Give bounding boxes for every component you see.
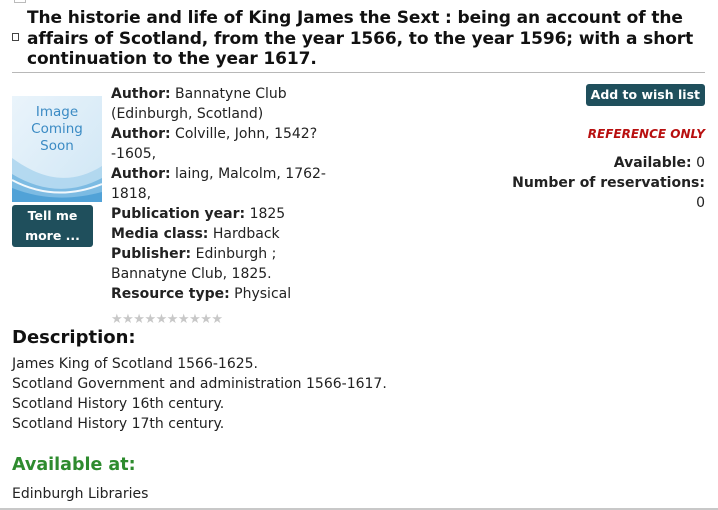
description-line: Scotland History 16th century. xyxy=(12,396,225,412)
author-label: Author: xyxy=(111,166,171,182)
cover-text-line: Image xyxy=(35,104,79,120)
availability-panel: Add to wish list REFERENCE ONLY Availabl… xyxy=(505,84,705,213)
branch-name: Edinburgh Libraries xyxy=(12,486,149,502)
resource-type-label: Resource type: xyxy=(111,286,230,302)
star-rating[interactable]: ★★★★★★★★★★ xyxy=(111,312,223,327)
previous-item-checkbox-edge xyxy=(14,0,26,3)
description-list: James King of Scotland 1566-1625. Scotla… xyxy=(12,354,387,434)
record-title-row: The historie and life of King James the … xyxy=(12,8,712,70)
media-class-value: Hardback xyxy=(212,226,280,242)
description-line: Scotland Government and administration 1… xyxy=(12,376,387,392)
cover-image[interactable]: Image Coming Soon xyxy=(12,96,102,202)
media-class-label: Media class: xyxy=(111,226,209,242)
author-row: Author: Colville, John, 1542? -1605, xyxy=(111,124,351,164)
cover-text-line: Coming xyxy=(31,121,83,137)
publisher-row: Publisher: Edinburgh ; Bannatyne Club, 1… xyxy=(111,244,351,284)
add-to-wish-list-button[interactable]: Add to wish list xyxy=(585,84,705,106)
author-label: Author: xyxy=(111,126,171,142)
cover-placeholder-text: Image Coming Soon xyxy=(12,104,102,155)
publication-year-label: Publication year: xyxy=(111,206,246,222)
publisher-label: Publisher: xyxy=(111,246,192,262)
reservations-label: Number of reservations: xyxy=(512,175,705,191)
tell-me-more-label-line2: more ... xyxy=(25,228,80,243)
media-class-row: Media class: Hardback xyxy=(111,224,351,244)
availability-counts: Available: 0 Number of reservations: 0 xyxy=(505,153,705,213)
reservations-value: 0 xyxy=(696,195,705,211)
description-line: James King of Scotland 1566-1625. xyxy=(12,356,259,372)
record-title[interactable]: The historie and life of King James the … xyxy=(27,8,712,70)
author-label: Author: xyxy=(111,86,171,102)
available-value: 0 xyxy=(696,155,705,171)
resource-type-value: Physical xyxy=(234,286,292,302)
author-row: Author: laing, Malcolm, 1762-1818, xyxy=(111,164,351,204)
tell-me-more-button[interactable]: Tell me more ... xyxy=(12,205,93,247)
reference-only-badge: REFERENCE ONLY xyxy=(587,127,705,141)
available-label: Available: xyxy=(613,155,692,171)
reservations-row: Number of reservations: xyxy=(505,173,705,193)
cover-text-line: Soon xyxy=(40,138,74,154)
description-line: Scotland History 17th century. xyxy=(12,416,225,432)
resource-type-row: Resource type: Physical xyxy=(111,284,351,304)
record-details: Author: Bannatyne Club (Edinburgh, Scotl… xyxy=(111,84,351,304)
title-divider xyxy=(12,72,705,73)
available-at-heading: Available at: xyxy=(12,455,136,475)
author-row: Author: Bannatyne Club (Edinburgh, Scotl… xyxy=(111,84,351,124)
publication-year-row: Publication year: 1825 xyxy=(111,204,351,224)
publication-year-value: 1825 xyxy=(249,206,286,222)
available-row: Available: 0 xyxy=(505,153,705,173)
tell-me-more-label-line1: Tell me xyxy=(27,208,78,223)
select-checkbox[interactable] xyxy=(12,33,19,41)
description-heading: Description: xyxy=(12,327,136,348)
